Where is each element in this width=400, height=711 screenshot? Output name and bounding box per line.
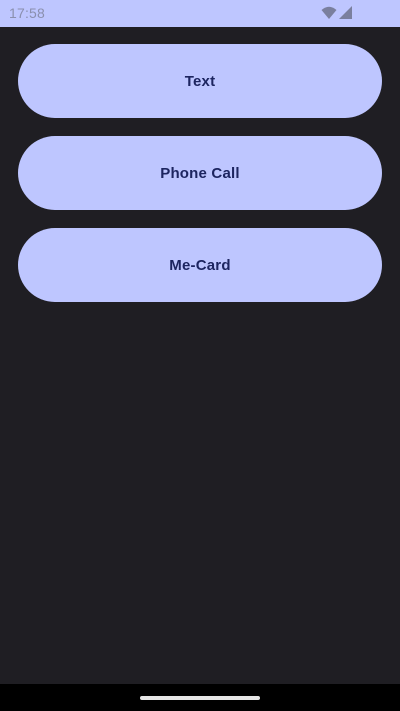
navigation-bar — [0, 684, 400, 711]
wifi-icon — [321, 6, 337, 20]
status-bar: 17:58 — [0, 0, 400, 27]
phone-call-button-label: Phone Call — [160, 164, 240, 182]
me-card-button[interactable]: Me-Card — [18, 228, 382, 302]
me-card-button-label: Me-Card — [169, 256, 231, 274]
cell-signal-icon — [339, 6, 352, 20]
status-time: 17:58 — [9, 5, 46, 21]
action-list: Text Phone Call Me-Card — [18, 44, 382, 302]
text-button[interactable]: Text — [18, 44, 382, 118]
status-icons — [321, 6, 352, 20]
main-content: Text Phone Call Me-Card — [0, 27, 400, 684]
phone-call-button[interactable]: Phone Call — [18, 136, 382, 210]
text-button-label: Text — [184, 72, 216, 90]
home-indicator[interactable] — [140, 696, 260, 700]
